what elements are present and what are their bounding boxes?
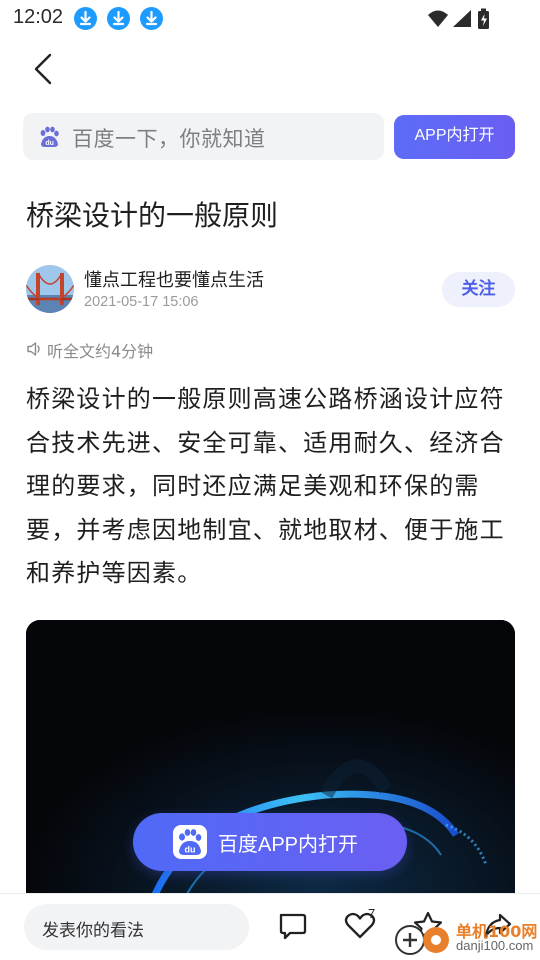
floating-open-app-label: 百度APP内打开 [218, 834, 359, 856]
wifi-icon [428, 10, 448, 27]
article-body: 桥梁设计的一般原则高速公路桥涵设计应符合技术先进、安全可靠、适用耐久、经济合理的… [26, 385, 505, 587]
back-arrow-icon [34, 53, 52, 85]
author-avatar[interactable] [26, 265, 74, 313]
author-name[interactable]: 懂点工程也要懂点生活 [84, 266, 264, 292]
baidu-logo-icon: du [173, 825, 207, 859]
watermark-url: danji100.com [456, 938, 534, 953]
signal-icon [453, 10, 471, 27]
tunnel-light-image [26, 620, 515, 920]
like-count: 7 [368, 906, 376, 921]
follow-button[interactable]: 关注 [442, 272, 515, 307]
search-placeholder: 百度一下，你就知道 [72, 127, 266, 151]
listen-label: 听全文约4分钟 [47, 342, 154, 361]
speaker-icon [27, 342, 40, 356]
open-in-app-button[interactable]: APP内打开 [394, 115, 515, 159]
comment-icon [279, 913, 307, 940]
svg-text:du: du [185, 845, 196, 855]
battery-icon [478, 8, 489, 29]
svg-text:du: du [45, 140, 54, 147]
comment-placeholder: 发表你的看法 [42, 921, 144, 941]
article-image[interactable] [26, 620, 515, 920]
publish-time: 2021-05-17 15:06 [84, 294, 199, 310]
back-button[interactable] [30, 50, 60, 90]
comment-input[interactable]: 发表你的看法 [24, 904, 249, 950]
download-icon [107, 7, 130, 30]
download-icon [74, 7, 97, 30]
bridge-avatar-image [26, 265, 74, 313]
search-input[interactable]: du 百度一下，你就知道 [23, 113, 384, 160]
status-time: 12:02 [13, 6, 64, 28]
floating-open-app-button[interactable]: du 百度APP内打开 [133, 813, 407, 871]
download-icon [140, 7, 163, 30]
status-bar: 12:02 [0, 0, 540, 38]
comment-button[interactable] [277, 911, 309, 945]
site-watermark: 单机100网 danji100.com [392, 914, 540, 960]
baidu-paw-icon: du [40, 126, 59, 147]
article-title: 桥梁设计的一般原则 [26, 199, 279, 232]
system-icons [426, 7, 506, 35]
watermark-logo-icon [395, 925, 449, 955]
